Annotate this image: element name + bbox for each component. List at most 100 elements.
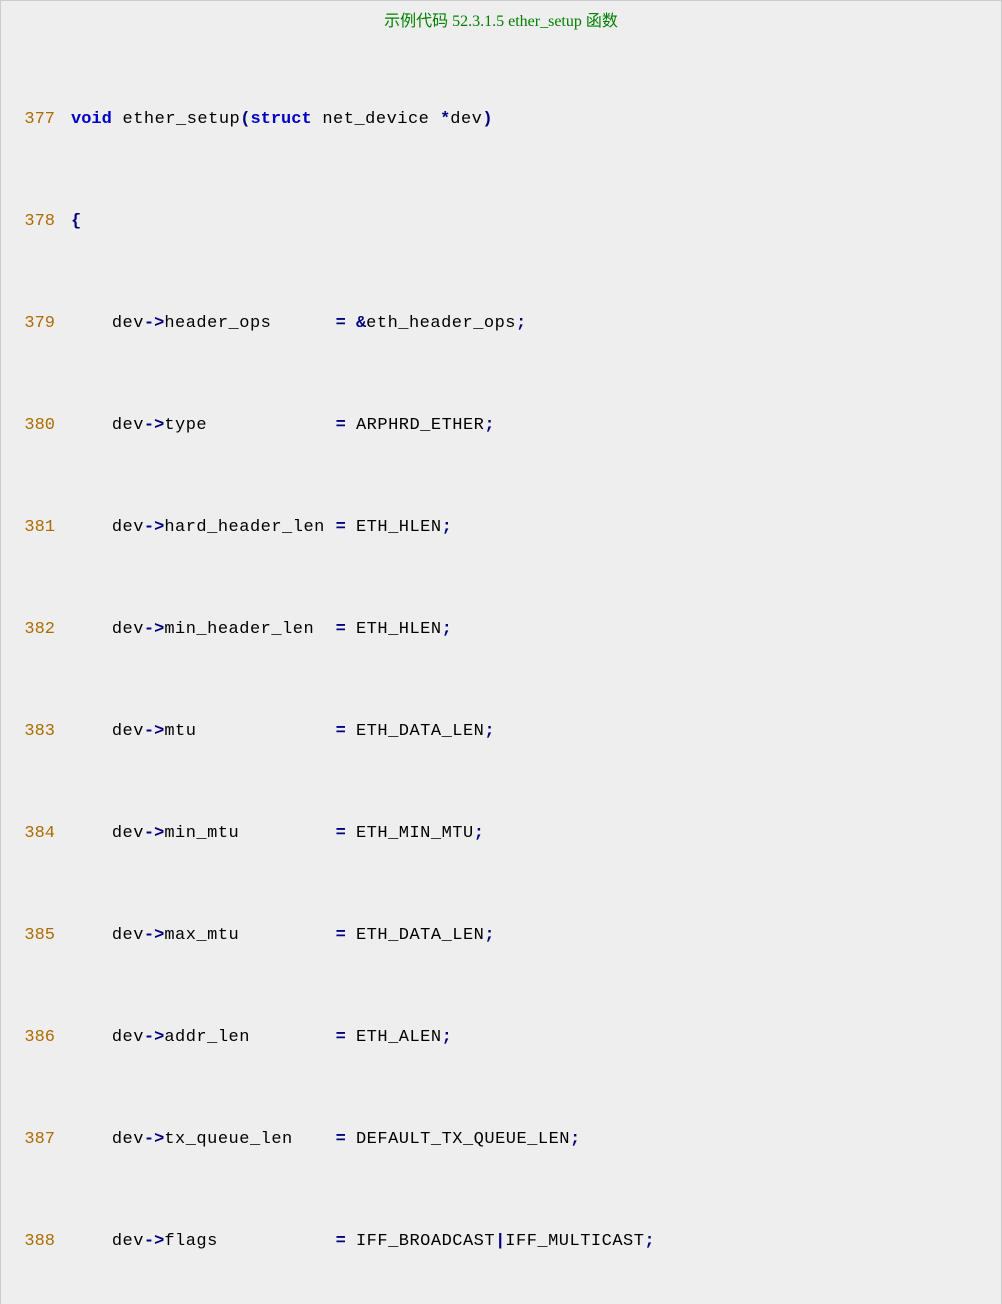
code-line: 388 dev->flags = IFF_BROADCAST|IFF_MULTI… — [7, 1225, 995, 1259]
function-name: ether_setup — [112, 110, 240, 129]
code-line: 380 dev->type = ARPHRD_ETHER; — [7, 409, 995, 443]
field: max_mtu — [164, 926, 335, 945]
value: ETH_HLEN — [356, 620, 442, 639]
assign-op: = — [336, 416, 346, 435]
semicolon: ; — [474, 824, 484, 843]
amp-op: & — [356, 314, 366, 333]
field: flags — [164, 1232, 335, 1251]
object: dev — [112, 314, 144, 333]
value: DEFAULT_TX_QUEUE_LEN — [356, 1130, 570, 1149]
line-number: 385 — [7, 919, 55, 953]
space — [346, 620, 356, 639]
field: min_mtu — [164, 824, 335, 843]
semicolon: ; — [484, 722, 494, 741]
space — [346, 722, 356, 741]
value: IFF_BROADCAST — [356, 1232, 495, 1251]
semicolon: ; — [442, 620, 452, 639]
assign-op: = — [336, 314, 346, 333]
value: ETH_ALEN — [356, 1028, 442, 1047]
object: dev — [112, 1028, 144, 1047]
semicolon: ; — [484, 416, 494, 435]
line-number: 378 — [7, 205, 55, 239]
value: ETH_MIN_MTU — [356, 824, 474, 843]
indent — [71, 1028, 112, 1047]
object: dev — [112, 416, 144, 435]
paren-open: ( — [240, 110, 250, 129]
code-line: 377 void ether_setup(struct net_device *d… — [7, 103, 995, 137]
line-number: 387 — [7, 1123, 55, 1157]
indent — [71, 620, 112, 639]
code-line: 381 dev->hard_header_len = ETH_HLEN; — [7, 511, 995, 545]
star-op: * — [440, 110, 450, 129]
arrow-op: -> — [144, 620, 164, 639]
semicolon: ; — [442, 1028, 452, 1047]
arrow-op: -> — [144, 1130, 164, 1149]
arrow-op: -> — [144, 926, 164, 945]
indent — [71, 314, 112, 333]
value: ETH_HLEN — [356, 518, 442, 537]
line-number: 377 — [7, 103, 55, 137]
indent — [71, 824, 112, 843]
object: dev — [112, 518, 144, 537]
line-number: 384 — [7, 817, 55, 851]
assign-op: = — [336, 824, 346, 843]
assign-op: = — [336, 518, 346, 537]
code-title: 示例代码 52.3.1.5 ether_setup 函数 — [1, 7, 1001, 31]
semicolon: ; — [484, 926, 494, 945]
space — [346, 1028, 356, 1047]
space — [346, 1232, 356, 1251]
space — [346, 518, 356, 537]
field: min_header_len — [164, 620, 335, 639]
object: dev — [112, 722, 144, 741]
arrow-op: -> — [144, 518, 164, 537]
space — [346, 314, 356, 333]
code-line: 379 dev->header_ops = &eth_header_ops; — [7, 307, 995, 341]
indent — [71, 722, 112, 741]
field: type — [164, 416, 335, 435]
value: eth_header_ops — [366, 314, 516, 333]
keyword-void: void — [71, 110, 112, 129]
indent — [71, 518, 112, 537]
paren-close: ) — [482, 110, 492, 129]
value: ETH_DATA_LEN — [356, 722, 484, 741]
keyword-struct: struct — [250, 110, 311, 129]
indent — [71, 416, 112, 435]
arrow-op: -> — [144, 1232, 164, 1251]
assign-op: = — [336, 926, 346, 945]
code-sample-container: 示例代码 52.3.1.5 ether_setup 函数 377 void eth… — [0, 0, 1002, 1304]
code-line: 384 dev->min_mtu = ETH_MIN_MTU; — [7, 817, 995, 851]
line-number: 379 — [7, 307, 55, 341]
bitor-op: | — [495, 1232, 505, 1251]
assign-op: = — [336, 1028, 346, 1047]
type-name: net_device — [312, 110, 440, 129]
line-number: 383 — [7, 715, 55, 749]
object: dev — [112, 926, 144, 945]
code-line: 385 dev->max_mtu = ETH_DATA_LEN; — [7, 919, 995, 953]
arrow-op: -> — [144, 1028, 164, 1047]
arg-name: dev — [450, 110, 482, 129]
semicolon: ; — [442, 518, 452, 537]
field: mtu — [164, 722, 335, 741]
assign-op: = — [336, 1130, 346, 1149]
arrow-op: -> — [144, 416, 164, 435]
space — [346, 1130, 356, 1149]
indent — [71, 1232, 112, 1251]
line-number: 388 — [7, 1225, 55, 1259]
semicolon: ; — [644, 1232, 654, 1251]
indent — [71, 926, 112, 945]
value: ARPHRD_ETHER — [356, 416, 484, 435]
code-line: 382 dev->min_header_len = ETH_HLEN; — [7, 613, 995, 647]
line-number: 386 — [7, 1021, 55, 1055]
code-line: 387 dev->tx_queue_len = DEFAULT_TX_QUEUE… — [7, 1123, 995, 1157]
object: dev — [112, 620, 144, 639]
line-number: 381 — [7, 511, 55, 545]
field: hard_header_len — [164, 518, 335, 537]
code-line: 386 dev->addr_len = ETH_ALEN; — [7, 1021, 995, 1055]
code-block: 377void ether_setup(struct net_device *d… — [1, 35, 1001, 1304]
arrow-op: -> — [144, 722, 164, 741]
space — [346, 416, 356, 435]
field: addr_len — [164, 1028, 335, 1047]
brace-open: { — [71, 212, 81, 231]
value: IFF_MULTICAST — [505, 1232, 644, 1251]
assign-op: = — [336, 620, 346, 639]
